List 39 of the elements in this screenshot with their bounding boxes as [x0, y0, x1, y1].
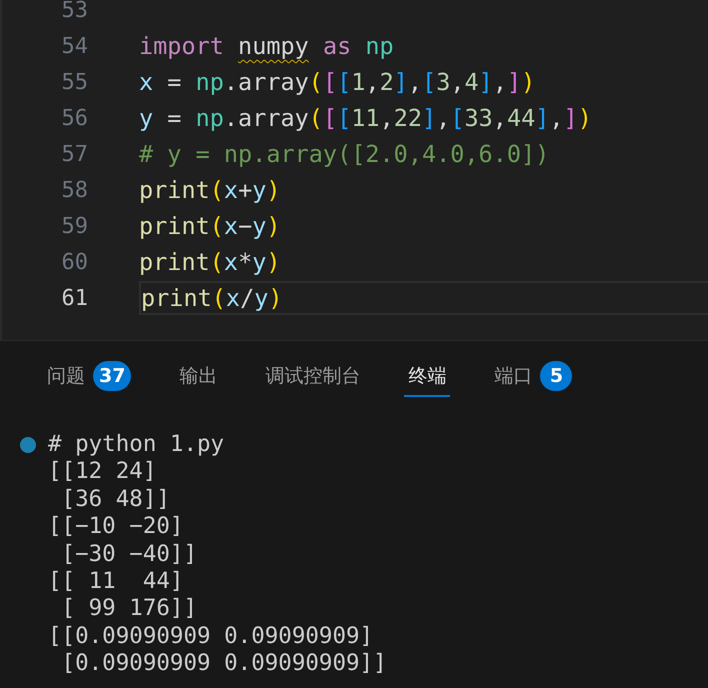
tab-label: 输出	[179, 364, 218, 389]
terminal-line: [ 99 176]]	[60, 595, 198, 623]
terminal-line: [−30 −40]]	[60, 540, 198, 568]
line-number: 54	[60, 34, 88, 58]
line-number: 55	[60, 70, 88, 94]
panel-tab[interactable]: 终端	[404, 357, 450, 397]
code-line: print(x/y)	[139, 281, 708, 315]
code-line: y = np.array([[11,22],[33,44],])	[139, 103, 593, 134]
code-line: import numpy as np	[139, 31, 395, 62]
line-number: 60	[60, 250, 88, 274]
panel-tab[interactable]: 输出	[175, 357, 222, 397]
panel-tab[interactable]: 调试控制台	[261, 357, 364, 397]
code-line: x = np.array([[1,2],[3,4],])	[139, 67, 536, 98]
terminal-line: [0.09090909 0.09090909]]	[60, 650, 388, 678]
panel-tab[interactable]: 问题 37	[43, 357, 136, 397]
terminal-line: [[ 11 44]	[47, 568, 184, 596]
code-line: # y = np.array([2.0,4.0,6.0])	[139, 139, 550, 170]
line-number: 53	[60, 0, 88, 22]
tab-label: 问题	[47, 364, 85, 389]
line-number: 57	[60, 142, 88, 166]
line-number: 59	[60, 214, 88, 238]
terminal-command: # python 1.py	[48, 431, 224, 458]
terminal-line: [[−10 −20]	[47, 513, 184, 541]
code-line: print(x+y)	[139, 175, 282, 206]
terminal-line: [[12 24]	[47, 458, 158, 486]
line-number: 56	[60, 106, 88, 130]
count-badge: 5	[540, 361, 572, 391]
line-number: 61	[60, 286, 88, 310]
tab-label: 端口	[494, 364, 532, 389]
status-dot-icon	[20, 436, 36, 453]
tab-label: 调试控制台	[265, 364, 360, 389]
tab-label: 终端	[408, 364, 446, 389]
code-line: print(x*y)	[139, 247, 282, 278]
code-line: print(x−y)	[139, 211, 282, 242]
panel-tab[interactable]: 端口 5	[490, 357, 576, 397]
terminal-line: [[0.09090909 0.09090909]	[47, 622, 374, 650]
count-badge: 37	[93, 361, 132, 391]
line-number: 58	[60, 178, 88, 202]
terminal-line: [36 48]]	[60, 486, 171, 514]
